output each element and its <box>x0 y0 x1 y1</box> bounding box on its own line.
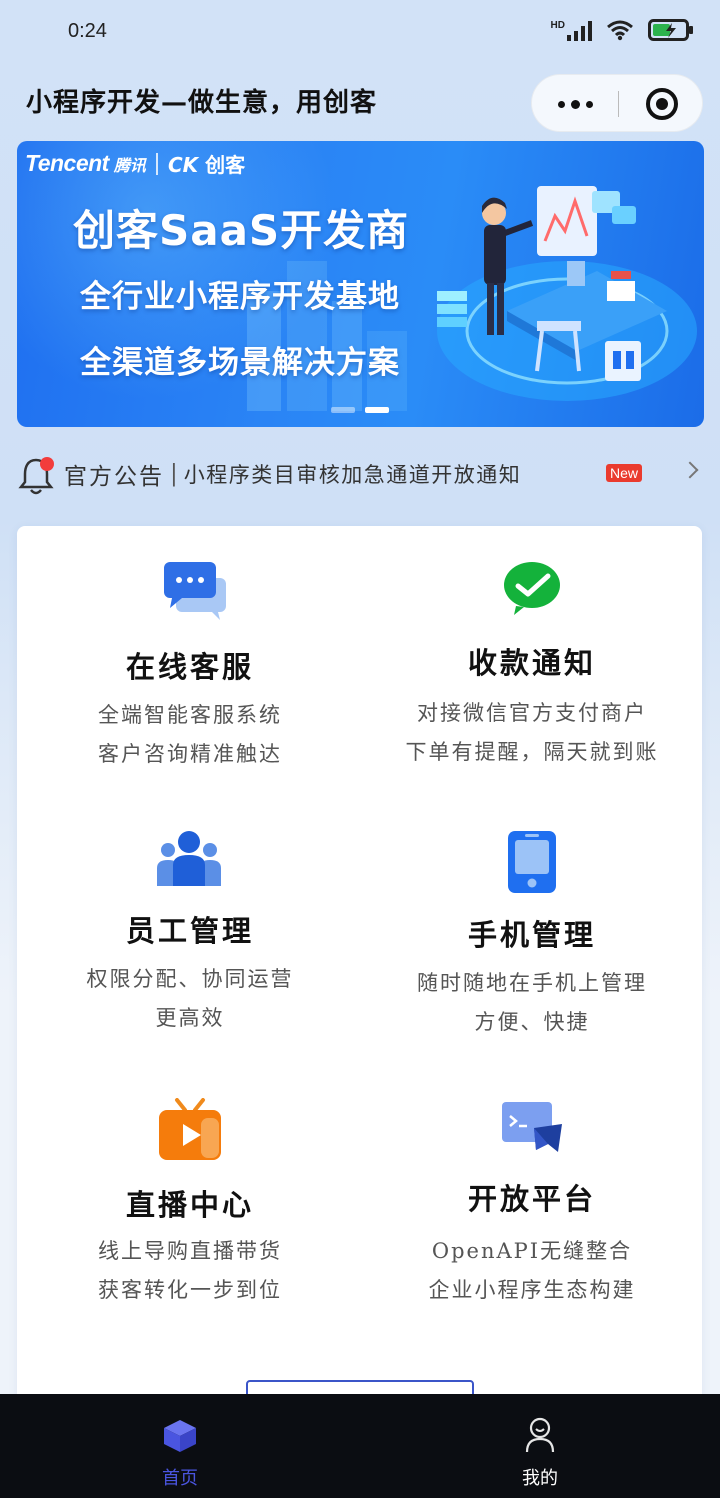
chevron-right-icon[interactable] <box>681 461 699 479</box>
banner-brand: Tencent 腾讯 CK 创客 <box>25 149 245 178</box>
wechat-pay-icon <box>504 562 560 615</box>
capsule-divider <box>618 91 619 117</box>
feature-desc-line: 权限分配、协同运营 <box>86 967 294 991</box>
notice-title: 官方公告 <box>64 464 164 490</box>
tv-play-icon <box>159 1098 221 1160</box>
tencent-logo: Tencent 腾讯 <box>25 150 146 177</box>
feature-mobile-management[interactable]: 手机管理 随时随地在手机上管理 方便、快捷 <box>362 816 702 1076</box>
banner-dot-active[interactable] <box>365 407 389 413</box>
feature-desc-line: OpenAPI无缝整合 <box>431 1239 633 1263</box>
feature-desc-line: 更高效 <box>155 1006 225 1030</box>
brand-ck-text: 创客 <box>205 153 246 177</box>
team-icon <box>157 831 221 886</box>
close-mini-program-button[interactable] <box>646 88 678 120</box>
notice-separator: | <box>170 461 178 487</box>
feature-live-center[interactable]: 直播中心 线上导购直播带货 获客转化一步到位 <box>20 1086 360 1346</box>
feature-desc-line: 客户咨询精准触达 <box>98 742 282 766</box>
bell-icon <box>18 452 58 496</box>
more-menu-button[interactable] <box>532 75 618 133</box>
feature-desc-line: 对接微信官方支付商户 <box>417 701 647 725</box>
new-badge: New <box>606 464 643 482</box>
battery-icon <box>648 19 693 41</box>
feature-desc: 对接微信官方支付商户 下单有提醒，隔天就到账 <box>362 694 702 772</box>
feature-desc: OpenAPI无缝整合 企业小程序生态构建 <box>362 1232 702 1310</box>
tab-mine[interactable]: 我的 <box>360 1394 720 1498</box>
feature-online-service[interactable]: 在线客服 全端智能客服系统 客户咨询精准触达 <box>20 526 360 806</box>
feature-title: 收款通知 <box>467 646 596 680</box>
feature-title: 员工管理 <box>125 914 254 948</box>
feature-card: 在线客服 全端智能客服系统 客户咨询精准触达 收款通知 对接微信官方支付商户 下… <box>17 526 702 1426</box>
wifi-icon <box>607 20 633 41</box>
feature-desc-line: 全端智能客服系统 <box>98 703 282 727</box>
banner-line-3: 全渠道多场景解决方案 <box>80 345 400 381</box>
unread-dot <box>40 457 54 471</box>
tab-label: 我的 <box>522 1468 558 1489</box>
banner-headline: 创客SaaS开发商 <box>73 206 410 255</box>
notice-text[interactable]: 小程序类目审核加急通道开放通知 <box>184 459 522 489</box>
feature-desc: 权限分配、协同运营 更高效 <box>20 960 360 1038</box>
feature-title: 在线客服 <box>125 650 254 684</box>
feature-desc-line: 获客转化一步到位 <box>98 1278 282 1302</box>
announcement-bar[interactable]: 官方公告 | 小程序类目审核加急通道开放通知 New <box>18 452 708 496</box>
feature-desc-line: 企业小程序生态构建 <box>428 1278 636 1302</box>
brand-separator <box>155 152 158 175</box>
banner-line-2: 全行业小程序开发基地 <box>80 279 400 315</box>
office-illustration <box>437 186 697 401</box>
brand-tencent-en: Tencent <box>25 150 109 176</box>
feature-title: 开放平台 <box>467 1182 596 1216</box>
user-icon <box>525 1417 555 1453</box>
feature-title: 直播中心 <box>125 1188 254 1222</box>
feature-desc: 随时随地在手机上管理 方便、快捷 <box>362 964 702 1042</box>
status-icons: HD <box>551 18 694 42</box>
tab-home[interactable]: 首页 <box>0 1394 360 1498</box>
feature-desc: 全端智能客服系统 客户咨询精准触达 <box>20 696 360 774</box>
feature-staff-management[interactable]: 员工管理 权限分配、协同运营 更高效 <box>20 816 360 1076</box>
feature-desc: 线上导购直播带货 获客转化一步到位 <box>20 1232 360 1310</box>
terminal-icon <box>502 1102 562 1152</box>
feature-title: 手机管理 <box>467 918 596 952</box>
page-title: 小程序开发—做生意，用创客 <box>26 88 378 118</box>
tab-label: 首页 <box>162 1468 198 1489</box>
status-bar: 0:24 HD <box>0 0 720 64</box>
cube-icon <box>164 1420 196 1452</box>
feature-desc-line: 线上导购直播带货 <box>98 1239 282 1263</box>
banner-pagination <box>331 407 389 413</box>
signal-icon: HD <box>551 19 592 41</box>
network-type: HD <box>550 20 565 31</box>
feature-open-platform[interactable]: 开放平台 OpenAPI无缝整合 企业小程序生态构建 <box>362 1086 702 1346</box>
mini-program-capsule <box>531 74 703 132</box>
brand-tencent-cn: 腾讯 <box>113 156 146 175</box>
banner-dot[interactable] <box>331 407 355 413</box>
feature-desc-line: 下单有提醒，隔天就到账 <box>405 740 659 764</box>
phone-icon <box>508 831 556 893</box>
chuangke-logo: CK 创客 <box>167 153 246 177</box>
chat-bubbles-icon <box>164 562 226 620</box>
status-time: 0:24 <box>68 20 107 42</box>
feature-payment-notice[interactable]: 收款通知 对接微信官方支付商户 下单有提醒，隔天就到账 <box>362 526 702 806</box>
feature-desc-line: 方便、快捷 <box>474 1010 590 1034</box>
tab-bar: 首页 我的 <box>0 1394 720 1498</box>
feature-desc-line: 随时随地在手机上管理 <box>417 971 647 995</box>
promo-banner[interactable]: Tencent 腾讯 CK 创客 创客SaaS开发商 全行业小程序开发基地 全渠… <box>17 141 704 427</box>
